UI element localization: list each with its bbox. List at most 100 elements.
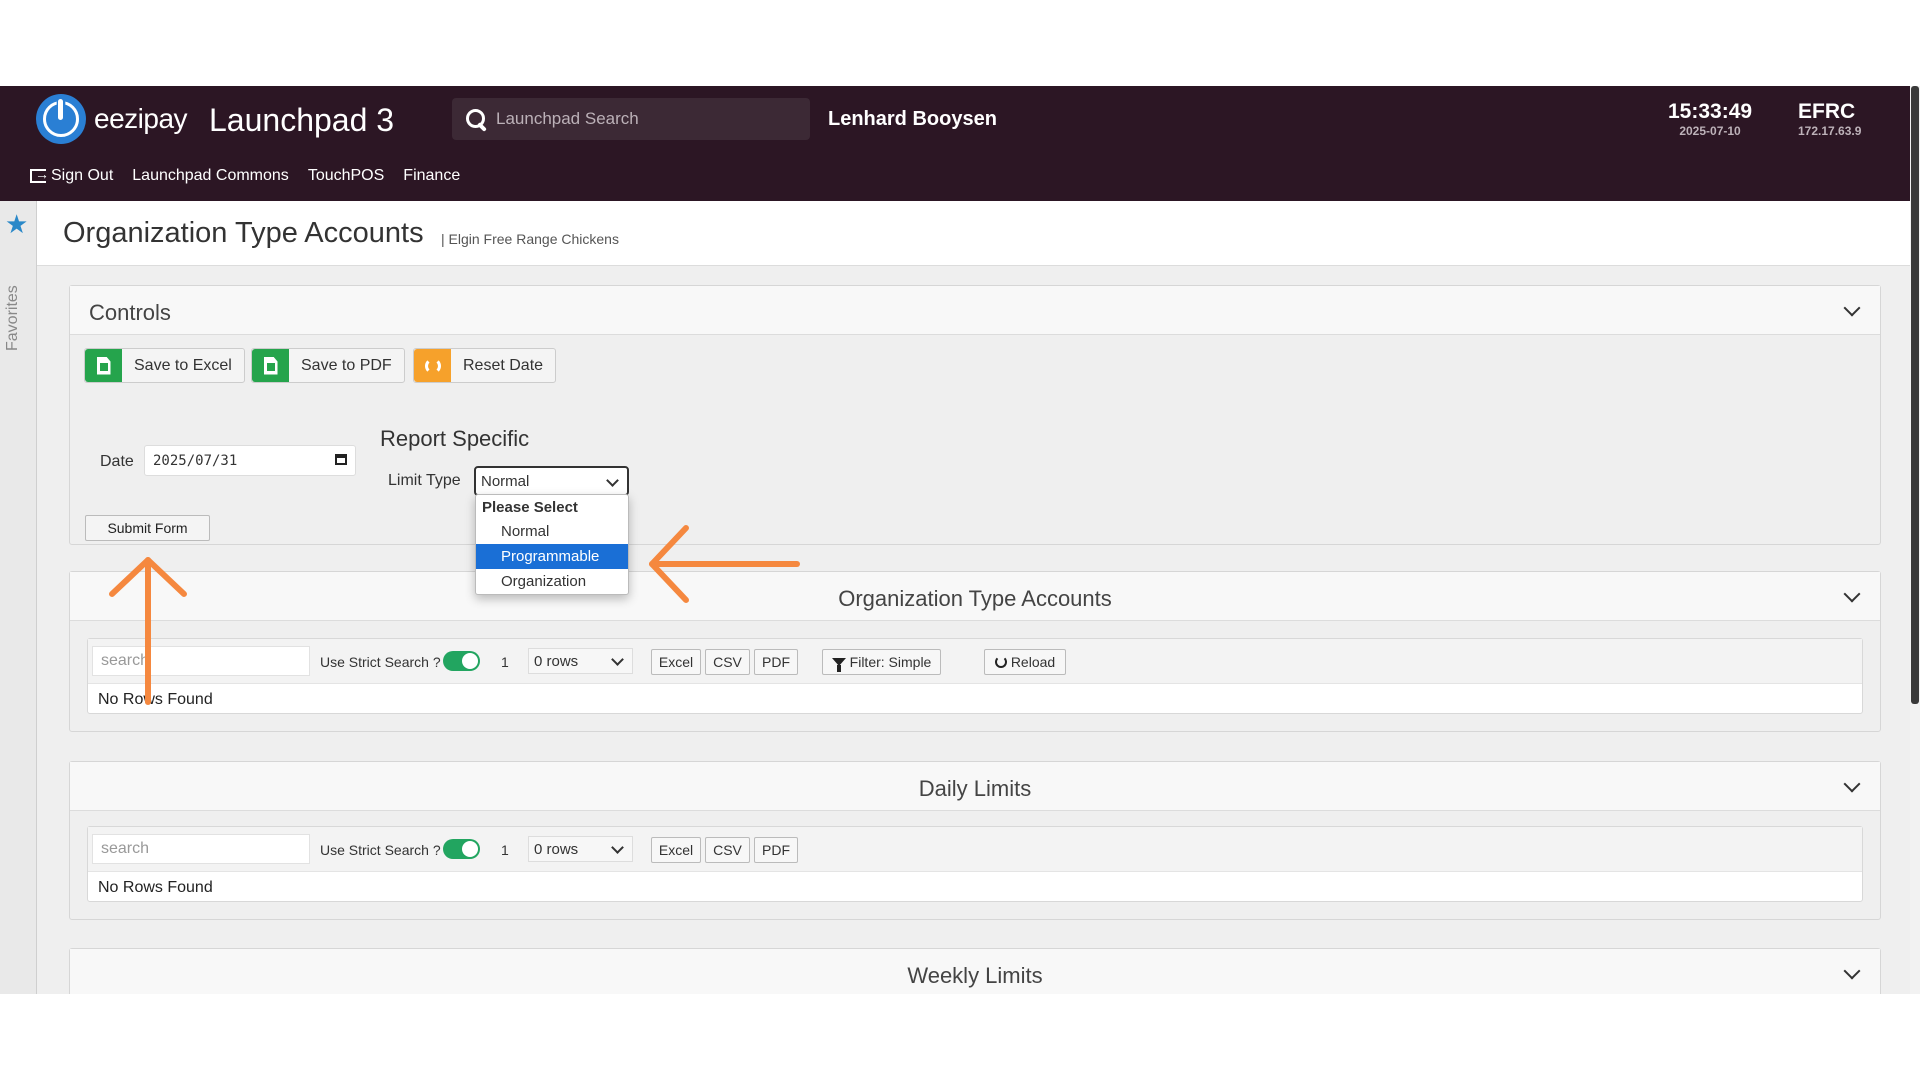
option-programmable[interactable]: Programmable <box>476 544 628 569</box>
table-search-input[interactable] <box>92 834 310 864</box>
rows-per-page-select[interactable]: 0 rows <box>528 836 633 862</box>
option-normal[interactable]: Normal <box>476 519 628 544</box>
page-title: Organization Type Accounts <box>63 217 424 249</box>
empty-message: No Rows Found <box>98 879 213 896</box>
scrollbar-thumb[interactable] <box>1911 86 1919 704</box>
page-scrollbar[interactable] <box>1910 86 1920 994</box>
page-header: Organization Type Accounts | Elgin Free … <box>37 201 1910 266</box>
site-ip: 172.17.63.9 <box>1798 124 1862 138</box>
clock-time: 15:33:49 <box>1668 100 1753 123</box>
daily-limits-panel: Daily Limits Use Strict Search ? 1 0 row… <box>69 761 1881 920</box>
page-number: 1 <box>501 842 509 858</box>
filter-label: Filter: Simple <box>849 654 932 670</box>
calendar-icon[interactable] <box>335 454 347 465</box>
strict-search-toggle[interactable] <box>443 839 480 859</box>
option-organization[interactable]: Organization <box>476 569 628 594</box>
save-to-pdf-button[interactable]: Save to PDF <box>251 348 405 383</box>
table-toolbar: Use Strict Search ? 1 0 rows Excel CSV P… <box>88 639 1862 684</box>
top-bar: eezipay Launchpad 3 Lenhard Booysen 15:3… <box>0 86 1910 201</box>
main-nav: Sign Out Launchpad Commons TouchPOS Fina… <box>30 166 479 185</box>
limit-type-dropdown[interactable]: Please Select Normal Programmable Organi… <box>475 494 629 595</box>
export-excel-button[interactable]: Excel <box>651 837 701 863</box>
favorites-sidebar[interactable]: ★ Favorites <box>0 201 37 994</box>
sign-out-link[interactable]: Sign Out <box>30 166 114 185</box>
export-excel-button[interactable]: Excel <box>651 649 701 675</box>
limit-type-label: Limit Type <box>388 472 461 489</box>
export-csv-button[interactable]: CSV <box>705 649 750 675</box>
submit-form-button[interactable]: Submit Form <box>85 515 210 541</box>
nav-launchpad-commons[interactable]: Launchpad Commons <box>132 167 289 185</box>
controls-panel: Controls Save to Excel Save to PDF Reset… <box>69 285 1881 545</box>
clock-date: 2025-07-10 <box>1679 124 1741 138</box>
nav-touchpos[interactable]: TouchPOS <box>308 167 384 185</box>
dropdown-group-label: Please Select <box>482 499 578 516</box>
page-number: 1 <box>501 654 509 670</box>
site-info: EFRC 172.17.63.9 <box>1798 100 1861 138</box>
daily-limits-title: Daily Limits <box>918 776 1032 801</box>
star-icon[interactable]: ★ <box>5 211 28 237</box>
org-type-accounts-header[interactable]: Organization Type Accounts <box>70 572 1880 621</box>
clock: 15:33:49 2025-07-10 <box>1668 100 1752 138</box>
report-specific-heading: Report Specific <box>380 426 530 451</box>
weekly-limits-header[interactable]: Weekly Limits <box>70 949 1880 994</box>
filter-icon <box>831 658 846 672</box>
nav-finance[interactable]: Finance <box>403 167 460 185</box>
daily-limits-table: Use Strict Search ? 1 0 rows Excel CSV P… <box>87 826 1863 902</box>
logo-text: eezipay <box>94 103 188 134</box>
strict-search-toggle[interactable] <box>443 651 480 671</box>
table-toolbar: Use Strict Search ? 1 0 rows Excel CSV P… <box>88 827 1862 872</box>
save-to-pdf-label: Save to PDF <box>301 356 392 374</box>
filter-button[interactable]: Filter: Simple <box>822 649 941 675</box>
launchpad-search-input[interactable] <box>494 108 798 130</box>
search-icon <box>464 107 488 131</box>
app-window: eezipay Launchpad 3 Lenhard Booysen 15:3… <box>0 86 1920 994</box>
app-title: Launchpad 3 <box>209 102 395 138</box>
limit-type-value: Normal <box>481 472 530 490</box>
org-type-accounts-panel: Organization Type Accounts Use Strict Se… <box>69 571 1881 732</box>
empty-message: No Rows Found <box>98 691 213 708</box>
reload-button[interactable]: Reload <box>984 649 1066 675</box>
controls-title: Controls <box>89 300 171 325</box>
power-icon <box>36 94 86 144</box>
chevron-down-icon <box>611 841 624 854</box>
reset-date-label: Reset Date <box>463 356 544 374</box>
daily-limits-header[interactable]: Daily Limits <box>70 762 1880 811</box>
refresh-icon <box>414 349 451 382</box>
rows-value: 0 rows <box>534 840 579 858</box>
date-label: Date <box>100 453 134 470</box>
weekly-limits-title: Weekly Limits <box>907 963 1043 988</box>
export-pdf-button[interactable]: PDF <box>754 837 798 863</box>
reload-label: Reload <box>1010 654 1056 670</box>
excel-file-icon <box>85 349 122 382</box>
launchpad-search[interactable] <box>452 98 810 140</box>
user-name: Lenhard Booysen <box>828 108 997 130</box>
save-to-excel-label: Save to Excel <box>134 356 232 374</box>
save-to-excel-button[interactable]: Save to Excel <box>84 348 245 383</box>
org-type-accounts-title: Organization Type Accounts <box>838 586 1112 611</box>
chevron-down-icon <box>611 653 624 666</box>
date-input[interactable]: 2025/07/31 <box>144 445 356 476</box>
table-search-input[interactable] <box>92 646 310 676</box>
chevron-down-icon[interactable] <box>1843 299 1861 317</box>
favorites-label: Favorites <box>4 285 21 351</box>
export-pdf-button[interactable]: PDF <box>754 649 798 675</box>
pdf-file-icon <box>252 349 289 382</box>
reset-date-button[interactable]: Reset Date <box>413 348 557 383</box>
reload-icon <box>994 656 1007 668</box>
strict-search-label: Use Strict Search ? <box>320 842 441 858</box>
date-value: 2025/07/31 <box>153 452 238 469</box>
sign-out-label: Sign Out <box>51 167 114 184</box>
limit-type-select[interactable]: Normal <box>474 466 629 496</box>
rows-per-page-select[interactable]: 0 rows <box>528 648 633 674</box>
weekly-limits-panel: Weekly Limits <box>69 948 1881 994</box>
org-type-accounts-table: Use Strict Search ? 1 0 rows Excel CSV P… <box>87 638 1863 714</box>
export-csv-button[interactable]: CSV <box>705 837 750 863</box>
sign-out-icon <box>30 166 49 183</box>
logo[interactable]: eezipay <box>36 94 188 144</box>
controls-panel-header[interactable]: Controls <box>70 286 1880 335</box>
rows-value: 0 rows <box>534 652 579 670</box>
site-code: EFRC <box>1798 100 1856 123</box>
chevron-down-icon <box>606 474 619 487</box>
page-subtitle: | Elgin Free Range Chickens <box>441 231 619 247</box>
strict-search-label: Use Strict Search ? <box>320 654 441 670</box>
